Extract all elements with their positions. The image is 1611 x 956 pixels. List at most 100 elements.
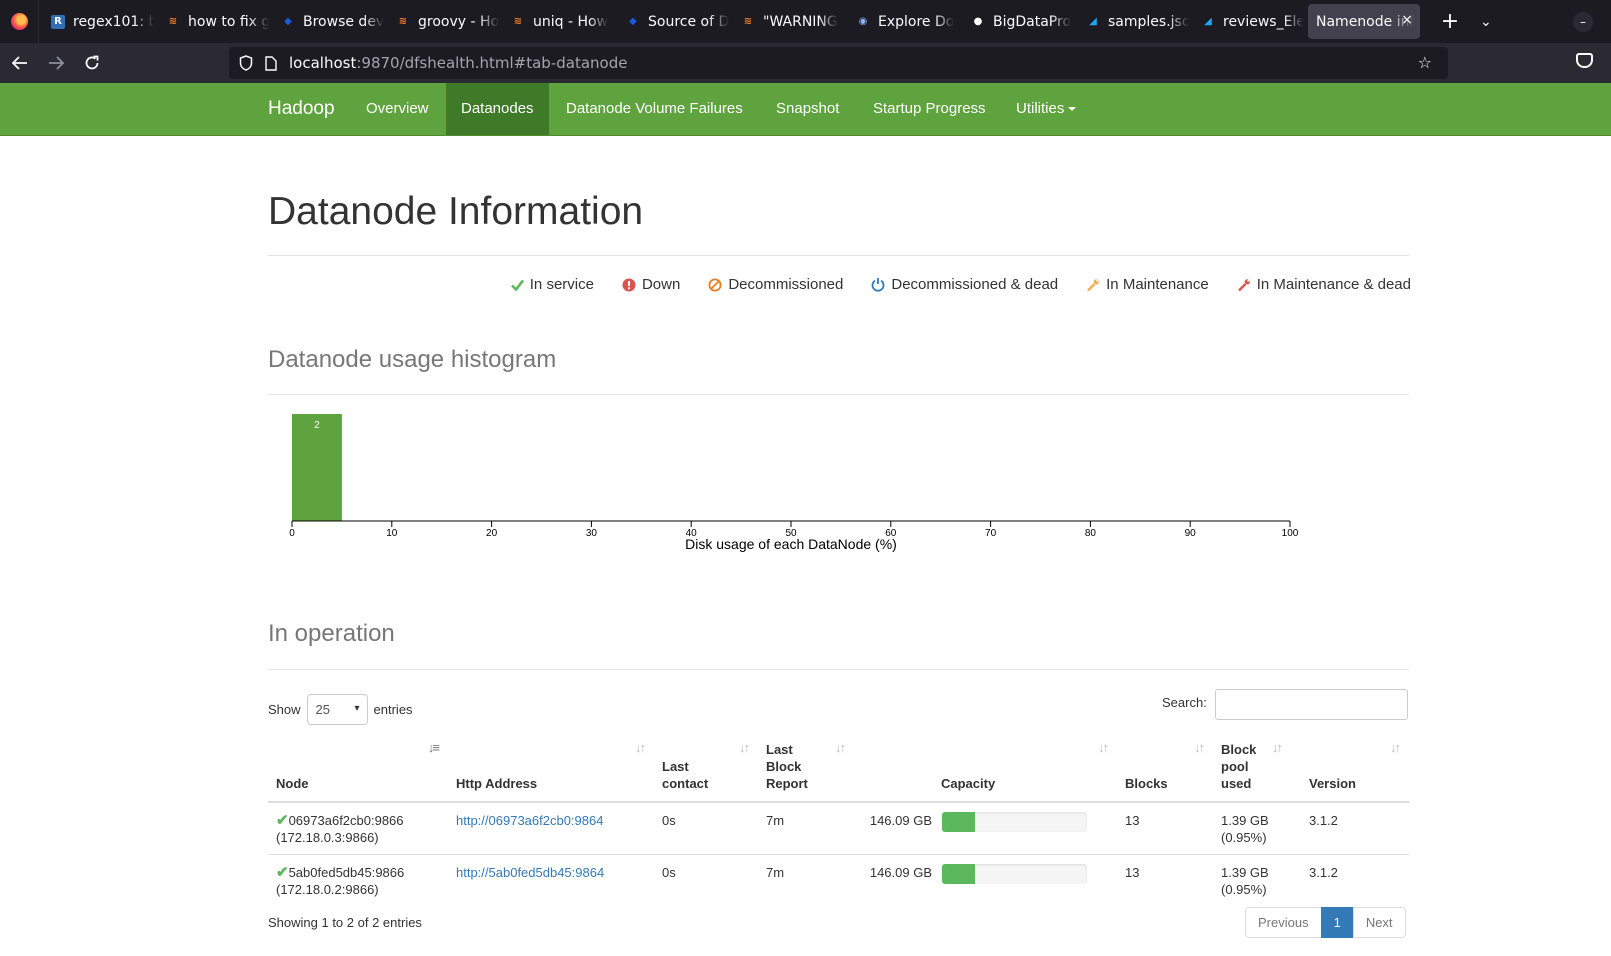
- show-label: Show: [268, 702, 301, 717]
- search-input[interactable]: [1215, 689, 1408, 720]
- col-capacity[interactable]: Capacity ↓↑: [854, 733, 1117, 803]
- reload-icon: [85, 55, 99, 70]
- url-path: :9870/dfshealth.html#tab-datanode: [356, 54, 628, 72]
- shield-icon[interactable]: [239, 55, 253, 71]
- col-label: Version: [1309, 776, 1356, 791]
- close-tab-icon[interactable]: ×: [1401, 12, 1413, 28]
- capacity-value: 146.09 GB: [869, 865, 932, 880]
- status-legend: In service Down Decommissioned Decommiss…: [0, 276, 1411, 293]
- x-tick-label: 20: [486, 528, 498, 539]
- capacity-cell: 146.09 GB: [854, 801, 1117, 855]
- x-tick-label: 100: [1282, 528, 1299, 539]
- sort-icon: ↓↑: [1390, 740, 1401, 755]
- version-cell: 3.1.2: [1301, 854, 1409, 906]
- browser-tab[interactable]: ◉ Explore Do: [844, 0, 959, 43]
- col-block-pool-used[interactable]: Block pool used ↓↑: [1213, 733, 1301, 803]
- capacity-bar: [942, 812, 1087, 832]
- browser-tab[interactable]: ◆ Browse dev: [269, 0, 384, 43]
- col-last-contact[interactable]: Last contact ↓↑: [654, 733, 758, 803]
- entries-label: entries: [373, 702, 413, 717]
- page-size-wrapper: 25 ▾: [301, 694, 374, 725]
- nav-snapshot[interactable]: Snapshot: [761, 83, 854, 135]
- back-button[interactable]: [5, 48, 35, 78]
- browser-tab[interactable]: ≋ groovy - Ho: [384, 0, 499, 43]
- next-button[interactable]: Next: [1352, 907, 1406, 938]
- x-tick-label: 90: [1185, 528, 1197, 539]
- col-label: Http Address: [456, 776, 538, 791]
- browser-tab[interactable]: ≋ uniq - How: [499, 0, 614, 43]
- col-blocks[interactable]: Blocks ↓↑: [1117, 733, 1213, 803]
- legend-decommissioned: Decommissioned: [708, 276, 843, 293]
- col-node[interactable]: Node ↓≡: [268, 733, 448, 803]
- firefox-icon[interactable]: [0, 0, 38, 43]
- tab-title: "WARNING: [763, 13, 838, 30]
- page-size-select[interactable]: 25: [306, 694, 368, 725]
- tab-title: samples.jso: [1108, 13, 1189, 30]
- bar-count-label: 2: [314, 420, 320, 431]
- http-cell: http://5ab0fed5db45:9864: [448, 854, 654, 906]
- tab-title: Browse dev: [303, 13, 384, 30]
- sort-icon: ↓↑: [1194, 740, 1205, 755]
- node-name: 5ab0fed5db45:9866: [288, 865, 405, 880]
- sort-icon: ↓↑: [1272, 740, 1283, 755]
- tab-list-button[interactable]: ⌄: [1480, 14, 1492, 30]
- x-tick-label: 0: [289, 528, 295, 539]
- reload-button[interactable]: [77, 48, 107, 78]
- node-cell: ✔06973a6f2cb0:9866 (172.18.0.3:9866): [268, 801, 448, 855]
- http-cell: http://06973a6f2cb0:9864: [448, 801, 654, 855]
- legend-in-service: In service: [510, 276, 594, 293]
- browser-tab[interactable]: ● BigDataPro: [959, 0, 1074, 43]
- nav-utilities[interactable]: Utilities: [1001, 83, 1091, 135]
- tab-title: Source of D: [648, 13, 729, 30]
- browser-tab[interactable]: ◆ Source of D: [614, 0, 729, 43]
- x-axis-label: Disk usage of each DataNode (%): [685, 536, 897, 552]
- table-row: ✔06973a6f2cb0:9866 (172.18.0.3:9866) http:…: [268, 801, 1409, 855]
- page-1-button[interactable]: 1: [1320, 907, 1354, 938]
- nav-overview[interactable]: Overview: [351, 83, 444, 135]
- browser-tab[interactable]: ≋ "WARNING: [729, 0, 844, 43]
- caret-down-icon: [1068, 107, 1077, 112]
- browser-tab[interactable]: ◢ reviews_Ele: [1189, 0, 1304, 43]
- hadoop-navbar: Hadoop Overview Datanodes Datanode Volum…: [0, 83, 1611, 136]
- forward-button[interactable]: [41, 48, 71, 78]
- nav-datanodes[interactable]: Datanodes: [446, 83, 549, 135]
- new-tab-button[interactable]: +: [1438, 9, 1462, 34]
- github-icon: ●: [973, 16, 983, 27]
- nav-datanode-volume-failures[interactable]: Datanode Volume Failures: [551, 83, 758, 135]
- col-last-block-report[interactable]: Last Block Report ↓↑: [758, 733, 854, 803]
- browser-tab[interactable]: Rregex101: b: [39, 0, 154, 43]
- check-icon: [510, 279, 524, 291]
- address-bar[interactable]: localhost:9870/dfshealth.html#tab-datano…: [229, 47, 1448, 79]
- col-version[interactable]: Version ↓↑: [1301, 733, 1409, 803]
- last-contact-cell: 0s: [654, 854, 758, 906]
- previous-button[interactable]: Previous: [1245, 907, 1322, 938]
- url-host: localhost: [289, 54, 357, 72]
- tab-title: groovy - Ho: [418, 13, 499, 30]
- capacity-value: 146.09 GB: [869, 813, 932, 828]
- capacity-bar-fill: [942, 864, 976, 884]
- tab-active[interactable]: Namenode inf ×: [1308, 4, 1420, 39]
- http-address-link[interactable]: http://5ab0fed5db45:9864: [456, 865, 604, 880]
- docker-icon: ◉: [858, 16, 868, 27]
- table-row: ✔5ab0fed5db45:9866 (172.18.0.2:9866) http:…: [268, 854, 1409, 906]
- minimize-icon[interactable]: –: [1573, 12, 1593, 32]
- elastic-icon: ◢: [1089, 16, 1097, 27]
- legend-label: In Maintenance: [1106, 276, 1209, 293]
- browser-tab[interactable]: ≋ how to fix g: [154, 0, 269, 43]
- x-tick-label: 30: [586, 528, 598, 539]
- brand-link[interactable]: Hadoop: [268, 98, 335, 120]
- capacity-bar: [942, 864, 1087, 884]
- browser-tab[interactable]: ◢ samples.jso: [1074, 0, 1189, 43]
- wrench-icon: [1237, 278, 1250, 291]
- capacity-bar-fill: [942, 812, 976, 832]
- power-off-icon: [871, 278, 885, 292]
- legend-label: In service: [529, 276, 594, 293]
- block-pool-used-cell: 1.39 GB (0.95%): [1213, 854, 1301, 906]
- nav-startup-progress[interactable]: Startup Progress: [858, 83, 1001, 135]
- col-http-address[interactable]: Http Address ↓↑: [448, 733, 654, 803]
- sort-asc-icon: ↓≡: [427, 740, 440, 755]
- back-arrow-icon: [12, 56, 27, 70]
- http-address-link[interactable]: http://06973a6f2cb0:9864: [456, 813, 603, 828]
- bookmark-star-icon[interactable]: ☆: [1418, 53, 1432, 72]
- pocket-icon[interactable]: [1576, 53, 1593, 68]
